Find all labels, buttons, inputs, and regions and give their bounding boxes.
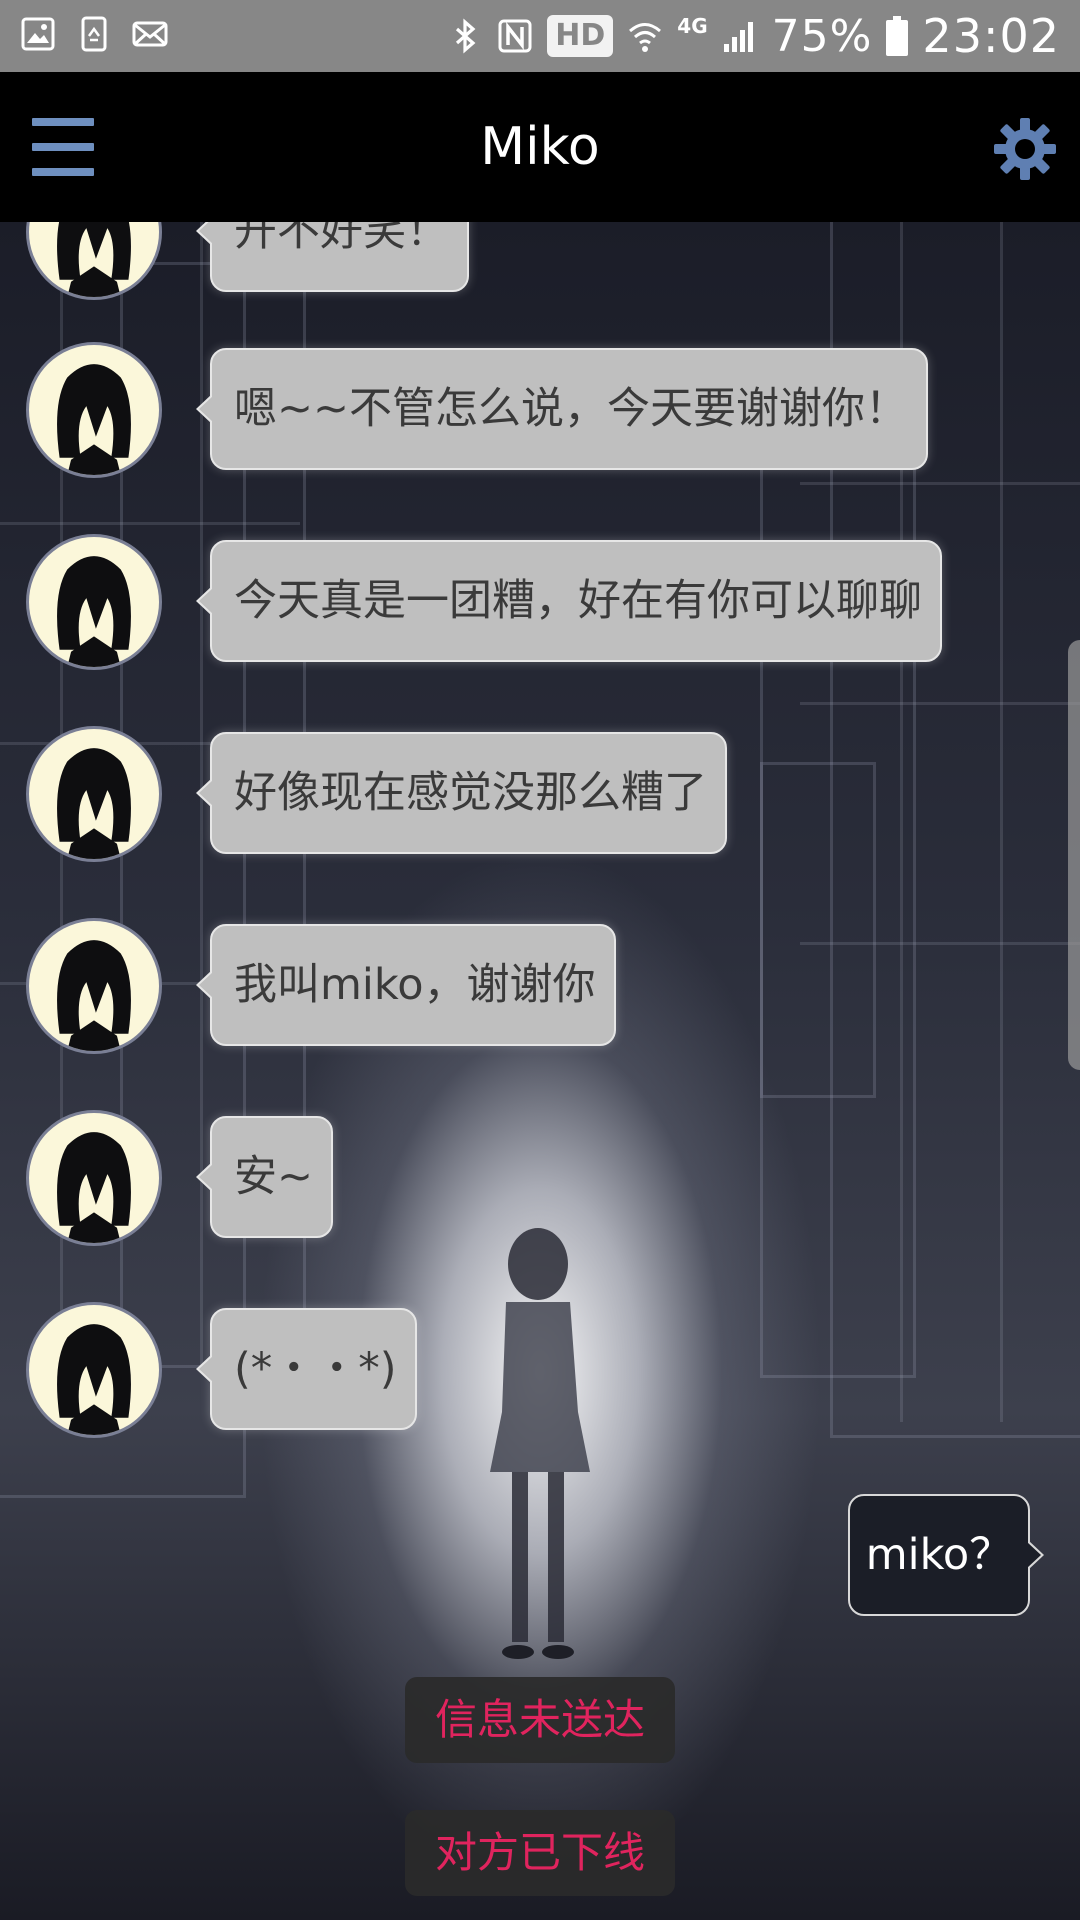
message-bubble[interactable]: 今天真是一团糟，好在有你可以聊聊 xyxy=(196,540,942,662)
message-bubble[interactable]: 嗯~~不管怎么说，今天要谢谢你！ xyxy=(195,348,929,470)
list-item: (*・・*) xyxy=(0,1302,1080,1442)
mail-icon xyxy=(132,21,168,47)
drawer-handle[interactable] xyxy=(1068,640,1080,1070)
recycle-icon xyxy=(81,16,107,52)
delivery-failed-notice: 信息未送达 xyxy=(405,1677,675,1763)
avatar[interactable] xyxy=(26,1302,162,1438)
peer-offline-notice: 对方已下线 xyxy=(405,1810,675,1896)
status-bar: HD 4G 75% 23:02 xyxy=(0,0,1080,72)
battery-percent: 75% xyxy=(771,10,873,62)
signal-icon xyxy=(723,22,753,52)
avatar-silhouette-icon xyxy=(57,1132,131,1243)
app-header: Miko xyxy=(0,72,1080,222)
avatar[interactable] xyxy=(26,726,162,862)
avatar-silhouette-icon xyxy=(57,364,131,475)
hd-badge: HD xyxy=(547,15,614,57)
chat-area[interactable]: 开不好笑！ 嗯~~不管怎么说，今天要谢谢你！ 今天真是一团糟，好在有你可以聊聊 … xyxy=(0,222,1080,1920)
avatar[interactable] xyxy=(26,222,162,300)
avatar[interactable] xyxy=(26,1110,162,1246)
avatar-silhouette-icon xyxy=(57,556,131,667)
battery-icon xyxy=(886,16,909,56)
list-item: 好像现在感觉没那么糟了 xyxy=(0,726,1080,866)
chat-title: Miko xyxy=(480,117,600,177)
message-bubble[interactable]: 我叫miko，谢谢你 xyxy=(196,924,616,1046)
clock: 23:02 xyxy=(922,9,1060,63)
list-item: 开不好笑！ xyxy=(0,222,1080,304)
gear-icon[interactable] xyxy=(992,116,1058,182)
avatar[interactable] xyxy=(26,534,162,670)
outgoing-message-bubble[interactable]: miko？ xyxy=(848,1494,1044,1616)
message-bubble[interactable]: (*・・*) xyxy=(196,1308,417,1430)
nfc-icon xyxy=(498,19,532,53)
4g-icon: 4G xyxy=(677,14,708,38)
bluetooth-icon xyxy=(456,18,476,54)
avatar-silhouette-icon xyxy=(57,748,131,859)
list-item: 今天真是一团糟，好在有你可以聊聊 xyxy=(0,534,1080,674)
list-item: 嗯~~不管怎么说，今天要谢谢你！ xyxy=(0,342,1080,482)
avatar-silhouette-icon xyxy=(57,222,131,297)
wifi-icon xyxy=(629,23,662,52)
list-item: 安~ xyxy=(0,1110,1080,1250)
message-bubble[interactable]: 安~ xyxy=(195,1116,334,1238)
list-item: 我叫miko，谢谢你 xyxy=(0,918,1080,1058)
message-bubble[interactable]: 好像现在感觉没那么糟了 xyxy=(196,732,727,854)
avatar[interactable] xyxy=(26,342,162,478)
avatar[interactable] xyxy=(26,918,162,1054)
message-bubble[interactable]: 开不好笑！ xyxy=(196,222,469,292)
avatar-silhouette-icon xyxy=(57,1324,131,1435)
avatar-silhouette-icon xyxy=(57,940,131,1051)
image-icon xyxy=(21,17,55,51)
